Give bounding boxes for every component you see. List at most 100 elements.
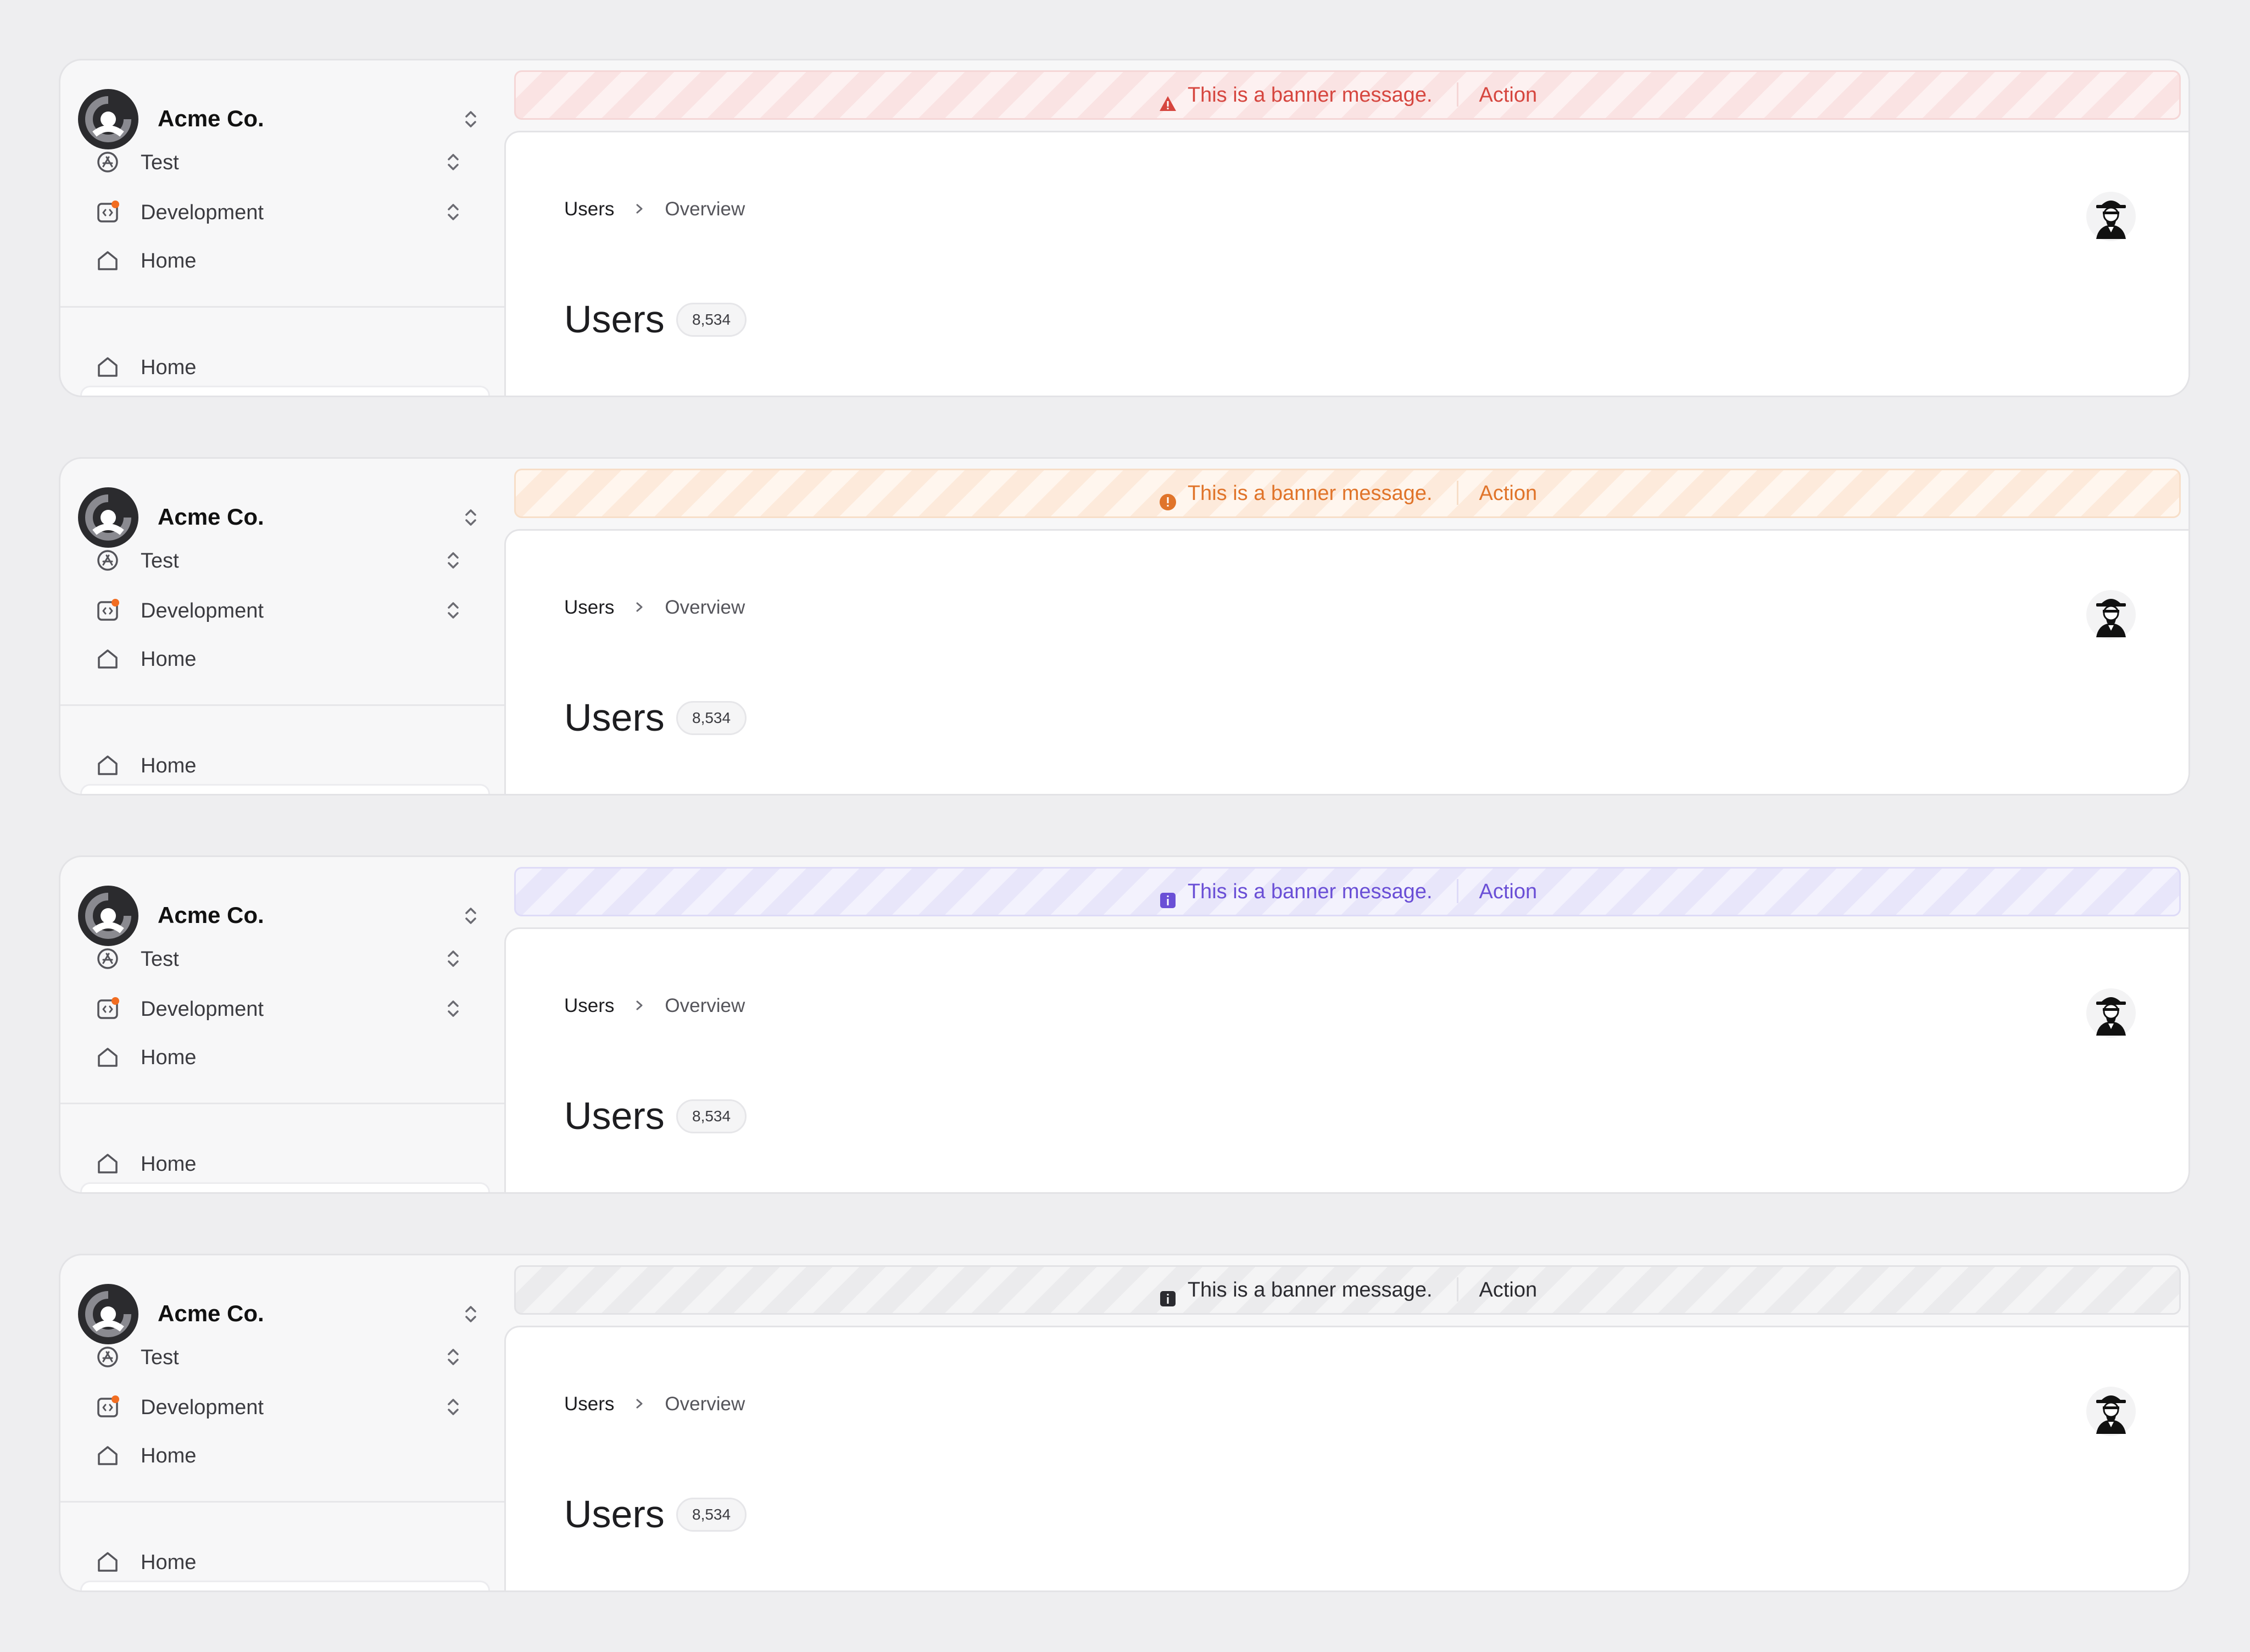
banner-error: This is a banner message. Action [514, 70, 2181, 120]
user-avatar-icon [2096, 599, 2126, 637]
home-icon [96, 355, 120, 379]
chevron-up-down-icon[interactable] [445, 549, 461, 571]
sidebar-item-label: Home [141, 648, 197, 671]
sidebar-item-home[interactable]: Home [96, 1041, 491, 1073]
code-icon [96, 200, 120, 224]
sidebar-item-label: Home [141, 1153, 197, 1176]
sidebar-item-test[interactable]: Test [96, 1340, 491, 1373]
app-store-icon [96, 548, 120, 572]
sidebar-item-home[interactable]: Home [96, 642, 491, 675]
sidebar-divider [60, 1501, 504, 1503]
banner-message: This is a banner message. [1187, 482, 1433, 505]
org-switcher[interactable]: Acme Co. [78, 487, 484, 548]
info-square-icon [1158, 1279, 1178, 1306]
home-icon [96, 1152, 120, 1176]
banner-action-button[interactable]: Action [1479, 880, 1538, 903]
sidebar-divider [60, 306, 504, 308]
app-frame-warning: Acme Co. Home Test Development Home This… [59, 457, 2190, 796]
banner-action-button[interactable]: Action [1479, 84, 1538, 107]
avatar[interactable] [2086, 988, 2136, 1038]
user-count-badge: 8,534 [676, 1099, 747, 1133]
sidebar-divider [60, 1103, 504, 1104]
chevron-up-down-icon[interactable] [445, 151, 461, 173]
banner-message: This is a banner message. [1187, 880, 1433, 903]
chevron-up-down-icon[interactable] [463, 1303, 479, 1325]
banner-separator [1456, 1277, 1458, 1301]
sidebar-card [80, 1581, 490, 1590]
sidebar: Acme Co. Home Test Development Home [60, 60, 504, 396]
sidebar-item-home[interactable]: Home [96, 351, 491, 383]
sidebar-item-home[interactable]: Home [96, 1439, 491, 1472]
avatar[interactable] [2086, 192, 2136, 241]
home-icon [96, 1045, 120, 1069]
sidebar-item-test[interactable]: Test [96, 942, 491, 975]
sidebar-item-development[interactable]: Development [96, 594, 491, 627]
chevron-up-down-icon[interactable] [445, 599, 461, 621]
sidebar-item-label: Development [141, 1396, 264, 1419]
org-switcher[interactable]: Acme Co. [78, 886, 484, 946]
chevron-right-icon [636, 1399, 643, 1409]
warning-triangle-icon [1158, 84, 1178, 111]
sidebar-item-home[interactable]: Home [96, 749, 491, 782]
chevron-up-down-icon[interactable] [445, 998, 461, 1020]
app-store-icon [96, 947, 120, 971]
breadcrumb-users-link[interactable]: Users [564, 1393, 614, 1415]
chevron-up-down-icon[interactable] [445, 1396, 461, 1418]
org-logo [78, 89, 138, 149]
alert-circle-icon [1158, 482, 1178, 510]
avatar[interactable] [2086, 590, 2136, 639]
main-panel: Users Overview Users 8,534 [504, 927, 2188, 1192]
sidebar-item-label: Home [141, 249, 197, 272]
sidebar-card [80, 784, 490, 794]
breadcrumb: Users Overview [564, 1393, 745, 1415]
chevron-up-down-icon[interactable] [445, 948, 461, 970]
chevron-right-icon [636, 1000, 643, 1010]
chevron-up-down-icon[interactable] [463, 108, 479, 130]
info-square-icon [1158, 881, 1178, 908]
breadcrumb-users-link[interactable]: Users [564, 995, 614, 1016]
chevron-up-down-icon[interactable] [463, 507, 479, 529]
org-switcher[interactable]: Acme Co. [78, 89, 484, 149]
sidebar-item-label: Test [141, 948, 179, 971]
sidebar-item-home[interactable]: Home [96, 1545, 491, 1578]
sidebar-item-label: Home [141, 1444, 197, 1467]
app-store-icon [96, 150, 120, 174]
sidebar: Acme Co. Home Test Development Home [60, 459, 504, 794]
sidebar-item-test[interactable]: Test [96, 544, 491, 577]
sidebar-item-home[interactable]: Home [96, 244, 491, 277]
sidebar: Acme Co. Home Test Development Home [60, 1255, 504, 1590]
app-frame-error: Acme Co. Home Test Development Home This… [59, 59, 2190, 397]
breadcrumb-users-link[interactable]: Users [564, 597, 614, 618]
banner-separator [1456, 480, 1458, 505]
breadcrumb-current: Overview [665, 597, 745, 618]
banner-action-button[interactable]: Action [1479, 482, 1538, 505]
org-name: Acme Co. [158, 105, 264, 131]
sidebar-item-development[interactable]: Development [96, 1390, 491, 1423]
app-store-icon [96, 1345, 120, 1369]
avatar[interactable] [2086, 1387, 2136, 1436]
sidebar-divider [60, 704, 504, 706]
chevron-right-icon [636, 204, 643, 214]
sidebar-item-home[interactable]: Home [96, 1147, 491, 1180]
banner-action-button[interactable]: Action [1479, 1278, 1538, 1301]
org-name: Acme Co. [158, 902, 264, 928]
page-title: Users [564, 1493, 665, 1536]
chevron-up-down-icon[interactable] [445, 1346, 461, 1368]
sidebar-item-label: Development [141, 599, 264, 622]
sidebar-item-development[interactable]: Development [96, 196, 491, 229]
breadcrumb: Users Overview [564, 995, 745, 1017]
chevron-up-down-icon[interactable] [463, 905, 479, 927]
sidebar-item-label: Test [141, 549, 179, 572]
sidebar-item-development[interactable]: Development [96, 992, 491, 1025]
org-switcher[interactable]: Acme Co. [78, 1284, 484, 1344]
chevron-up-down-icon[interactable] [445, 201, 461, 223]
banner-warning: This is a banner message. Action [514, 469, 2181, 518]
sidebar-item-test[interactable]: Test [96, 146, 491, 179]
page-title: Users [564, 298, 665, 341]
chevron-right-icon [636, 602, 643, 612]
org-name: Acme Co. [158, 504, 264, 530]
breadcrumb-users-link[interactable]: Users [564, 198, 614, 220]
app-frame-neutral: Acme Co. Home Test Development Home This… [59, 1254, 2190, 1592]
banner-message: This is a banner message. [1187, 84, 1433, 107]
user-avatar-icon [2096, 1395, 2126, 1434]
